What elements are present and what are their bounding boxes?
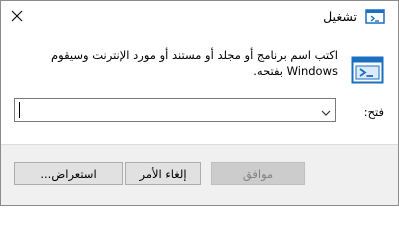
ok-button[interactable]: موافق [211, 162, 305, 185]
cancel-button[interactable]: إلغاء الأمر [125, 162, 201, 185]
button-bar: موافق إلغاء الأمر استعراض... [1, 144, 398, 205]
open-combobox[interactable] [14, 98, 336, 122]
browse-button[interactable]: استعراض... [14, 162, 123, 185]
dropdown-button[interactable] [317, 99, 335, 121]
dialog-description: اكتب اسم برنامج أو مجلد أو مستند أو مورد… [51, 48, 338, 78]
title-bar: تشغيل [1, 1, 398, 32]
run-dialog: تشغيل اكتب اسم برنامج أو مجلد أو مستند أ… [0, 0, 399, 206]
chevron-down-icon [321, 101, 331, 120]
run-icon [351, 56, 384, 84]
close-icon [11, 7, 23, 26]
window-title: تشغيل [323, 9, 357, 24]
open-label: فتح: [363, 105, 384, 119]
close-button[interactable] [1, 1, 33, 32]
text-caret [19, 102, 20, 118]
run-icon [365, 9, 385, 24]
